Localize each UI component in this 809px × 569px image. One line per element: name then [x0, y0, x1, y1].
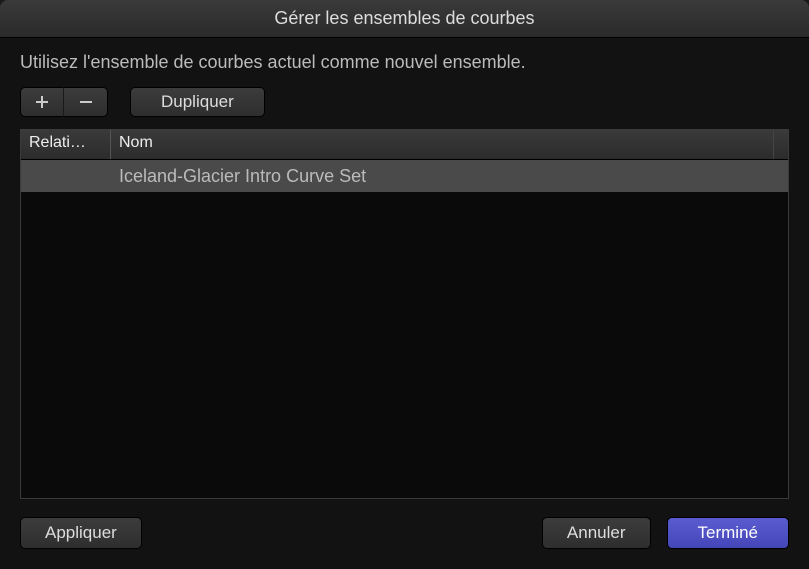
- apply-button[interactable]: Appliquer: [20, 517, 142, 549]
- duplicate-button[interactable]: Dupliquer: [130, 87, 265, 117]
- table-body: Iceland-Glacier Intro Curve Set: [21, 160, 788, 498]
- title-bar: Gérer les ensembles de courbes: [0, 0, 809, 38]
- column-header-name[interactable]: Nom: [111, 130, 774, 159]
- plus-icon: [34, 94, 50, 110]
- cancel-button[interactable]: Annuler: [542, 517, 651, 549]
- add-button[interactable]: [20, 87, 64, 117]
- minus-icon: [78, 94, 94, 110]
- done-button[interactable]: Terminé: [667, 517, 789, 549]
- dialog-window: Gérer les ensembles de courbes Utilisez …: [0, 0, 809, 569]
- table-row[interactable]: Iceland-Glacier Intro Curve Set: [21, 160, 788, 192]
- cell-name: Iceland-Glacier Intro Curve Set: [111, 166, 788, 187]
- column-header-relative[interactable]: Relati…: [21, 130, 111, 159]
- table-header: Relati… Nom: [21, 130, 788, 160]
- dialog-footer: Appliquer Annuler Terminé: [0, 499, 809, 569]
- toolbar: Dupliquer: [20, 87, 789, 117]
- footer-right-group: Annuler Terminé: [542, 517, 789, 549]
- window-title: Gérer les ensembles de courbes: [274, 8, 534, 29]
- remove-button[interactable]: [64, 87, 108, 117]
- content-area: Utilisez l'ensemble de courbes actuel co…: [0, 38, 809, 499]
- description-text: Utilisez l'ensemble de courbes actuel co…: [20, 52, 789, 73]
- curve-set-table: Relati… Nom Iceland-Glacier Intro Curve …: [20, 129, 789, 499]
- scrollbar-gutter: [774, 130, 788, 159]
- table-rows: Iceland-Glacier Intro Curve Set: [21, 160, 788, 498]
